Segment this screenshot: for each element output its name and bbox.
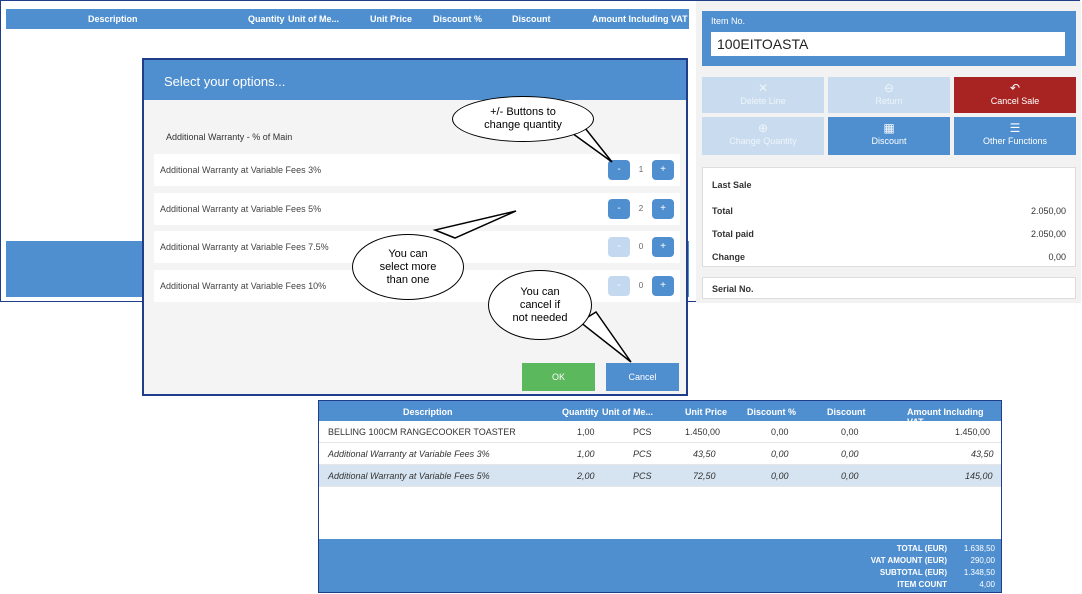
callout-multi: You can select more than one (352, 234, 464, 300)
callout-buttons: +/- Buttons to change quantity (452, 96, 594, 142)
callout-tail-cancel (578, 310, 632, 363)
callout-tail-multi (432, 210, 517, 239)
callout-cancel: You can cancel if not needed (488, 270, 592, 340)
